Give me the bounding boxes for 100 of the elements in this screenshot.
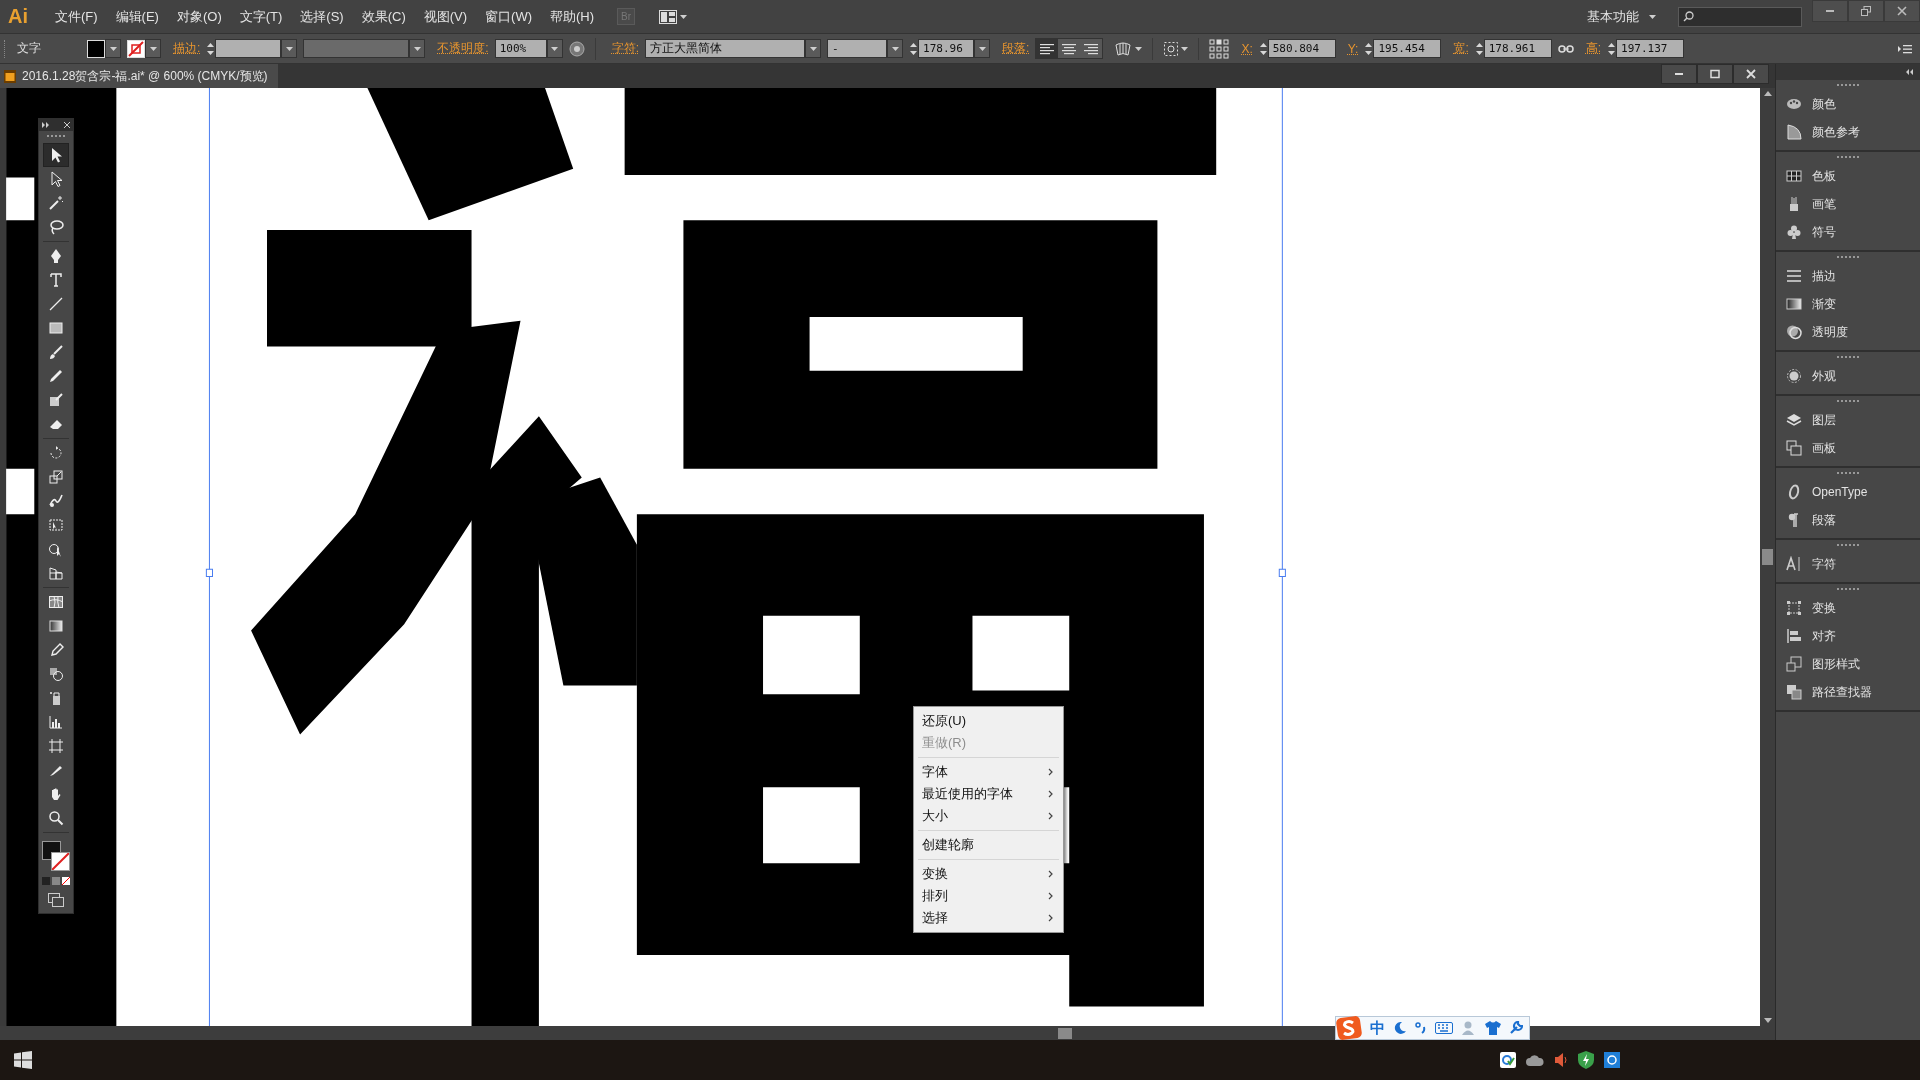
arrange-documents-button[interactable]	[659, 9, 688, 24]
panel-button[interactable]: OpenType	[1776, 478, 1920, 506]
spinner-arrows-icon[interactable]	[909, 40, 919, 57]
context-menu-item[interactable]: 字体	[914, 761, 1063, 783]
envelope-warp-button[interactable]	[1115, 41, 1143, 56]
shield-icon[interactable]	[1578, 1051, 1594, 1069]
screen-mode-icon[interactable]	[48, 893, 64, 907]
color-mode-icon[interactable]	[42, 877, 50, 885]
panel-button[interactable]: 颜色	[1776, 90, 1920, 118]
network-check-icon[interactable]	[1500, 1052, 1516, 1068]
panel-link[interactable]: 段落:	[1002, 40, 1030, 57]
speaker-icon[interactable]	[1554, 1052, 1568, 1068]
menu-item[interactable]: 选择(S)	[291, 4, 353, 29]
restore-button[interactable]	[1848, 0, 1884, 22]
font-size-field[interactable]: 178.96	[918, 39, 975, 58]
panel-button[interactable]: 段落	[1776, 506, 1920, 534]
context-menu-item[interactable]: 最近使用的字体	[914, 783, 1063, 805]
close-icon[interactable]	[64, 122, 70, 128]
panel-button[interactable]: 画笔	[1776, 190, 1920, 218]
input-mode-toggle[interactable]: 中	[1370, 1018, 1385, 1038]
panel-button[interactable]: 图层	[1776, 406, 1920, 434]
document-tab[interactable]: 2016.1.28贺含宗-福.ai* @ 600% (CMYK/预览)	[0, 64, 278, 88]
font-style-dropdown[interactable]: -	[827, 39, 888, 58]
context-menu-item[interactable]: 创建轮廓	[914, 834, 1063, 856]
panel-link[interactable]: 字符:	[611, 40, 640, 57]
menu-item[interactable]: 视图(V)	[414, 4, 477, 29]
none-mode-icon[interactable]	[62, 877, 70, 885]
align-button[interactable]	[1058, 39, 1081, 58]
context-menu-item[interactable]: 选择	[914, 907, 1063, 929]
panel-button[interactable]: 符号	[1776, 218, 1920, 246]
expand-icon[interactable]	[42, 122, 51, 128]
align-button[interactable]	[1036, 39, 1059, 58]
panel-button[interactable]: 对齐	[1776, 622, 1920, 650]
spinner-arrows-icon[interactable]	[1258, 40, 1268, 57]
panel-link[interactable]: Y:	[1347, 41, 1359, 56]
recolor-icon[interactable]	[568, 40, 585, 57]
sync-icon[interactable]	[1604, 1052, 1620, 1068]
panel-button[interactable]: 渐变	[1776, 290, 1920, 318]
height-field[interactable]: 197.137	[1616, 39, 1685, 58]
search-field[interactable]	[1678, 6, 1802, 27]
moon-icon[interactable]	[1393, 1021, 1407, 1035]
scrollbar-thumb[interactable]	[1058, 1027, 1072, 1039]
panel-link[interactable]: 描边:	[173, 40, 201, 57]
menu-item[interactable]: 对象(O)	[167, 4, 231, 29]
panel-link[interactable]: 不透明度:	[437, 40, 489, 57]
spinner-arrows-icon[interactable]	[1364, 40, 1374, 57]
stroke-swatch[interactable]	[127, 39, 145, 58]
windows-logo-icon[interactable]	[14, 1051, 32, 1069]
context-menu-item[interactable]: 大小	[914, 805, 1063, 827]
isolate-button[interactable]	[1163, 40, 1189, 57]
input-method-logo-icon[interactable]	[1336, 1016, 1362, 1040]
panel-button[interactable]: 画板	[1776, 434, 1920, 462]
width-field[interactable]: 178.961	[1483, 39, 1552, 58]
stroke-weight-field[interactable]	[215, 39, 282, 58]
menu-item[interactable]: 文件(F)	[46, 4, 107, 29]
panel-button[interactable]: 描边	[1776, 262, 1920, 290]
y-position-field[interactable]: 195.454	[1373, 39, 1442, 58]
menu-item[interactable]: 文字(T)	[230, 4, 292, 29]
keyboard-icon[interactable]	[1435, 1022, 1453, 1034]
maximize-button[interactable]	[1697, 64, 1733, 84]
scrollbar-thumb[interactable]	[1762, 549, 1773, 565]
menu-item[interactable]: 效果(C)	[352, 4, 415, 29]
spinner-arrows-icon[interactable]	[1607, 40, 1617, 57]
align-button[interactable]	[1080, 39, 1103, 58]
tool-button[interactable]	[43, 143, 69, 167]
menu-item[interactable]: 编辑(E)	[106, 4, 168, 29]
panel-link[interactable]: X:	[1241, 41, 1253, 56]
panel-button[interactable]: 颜色参考	[1776, 118, 1920, 146]
panel-button[interactable]: 字符	[1776, 550, 1920, 578]
scroll-down-icon[interactable]	[1763, 1018, 1772, 1023]
panel-button[interactable]: 路径查找器	[1776, 678, 1920, 706]
collapse-icon[interactable]	[1905, 69, 1914, 75]
panel-button[interactable]: 色板	[1776, 162, 1920, 190]
scroll-up-icon[interactable]	[1763, 91, 1772, 96]
panel-button[interactable]: 图形样式	[1776, 650, 1920, 678]
panel-button[interactable]: 变换	[1776, 594, 1920, 622]
x-position-field[interactable]: 580.804	[1267, 39, 1336, 58]
context-menu-item[interactable]: 变换	[914, 863, 1063, 885]
punctuation-icon[interactable]	[1415, 1022, 1427, 1034]
panel-link[interactable]: 高:	[1585, 40, 1602, 57]
shirt-icon[interactable]	[1485, 1021, 1501, 1035]
panel-button[interactable]: 外观	[1776, 362, 1920, 390]
minimize-button[interactable]	[1661, 64, 1697, 84]
panel-button[interactable]: 透明度	[1776, 318, 1920, 346]
stroke-swatch[interactable]	[51, 852, 70, 871]
opacity-field[interactable]: 100%	[494, 39, 547, 58]
workspace-switcher[interactable]: 基本功能	[1587, 7, 1656, 26]
spinner-arrows-icon[interactable]	[206, 40, 216, 57]
context-menu-item[interactable]: 还原(U)	[914, 710, 1063, 732]
reference-point-icon[interactable]	[1209, 38, 1230, 59]
spinner-arrows-icon[interactable]	[1474, 40, 1484, 57]
panel-menu-icon[interactable]	[1898, 43, 1912, 54]
panel-link[interactable]: 宽:	[1453, 40, 1469, 57]
menu-item[interactable]: 窗口(W)	[476, 4, 541, 29]
close-button[interactable]	[1733, 64, 1769, 84]
context-menu-item[interactable]: 排列	[914, 885, 1063, 907]
menu-item[interactable]: 帮助(H)	[541, 4, 604, 29]
cloud-icon[interactable]	[1526, 1054, 1544, 1066]
wrench-icon[interactable]	[1509, 1021, 1523, 1035]
font-family-dropdown[interactable]: 方正大黑简体	[645, 39, 806, 58]
